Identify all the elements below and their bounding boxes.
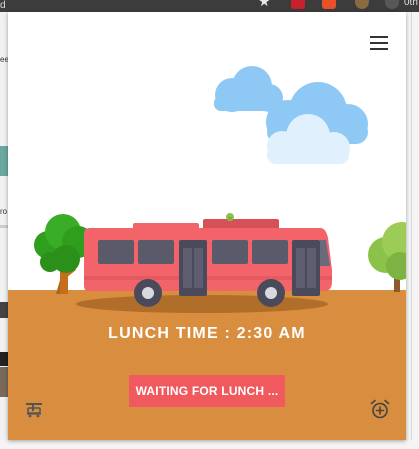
hamburger-menu-icon[interactable] xyxy=(370,36,388,50)
extension-icon-brown[interactable] xyxy=(355,0,369,9)
add-alarm-icon[interactable] xyxy=(369,398,391,420)
browser-toolbar-text: d xyxy=(0,0,6,11)
background-page-right xyxy=(406,12,419,449)
background-page-left: ee ro xyxy=(0,12,9,449)
extension-icon-red[interactable] xyxy=(291,0,305,9)
background-page-strip xyxy=(0,146,8,176)
background-page-strip-4 xyxy=(0,367,8,397)
tree-illustration-right xyxy=(368,222,406,292)
background-page-strip-3 xyxy=(0,352,8,366)
partial-tab-text: 0th xyxy=(404,0,418,8)
waiting-for-lunch-button[interactable]: WAITING FOR LUNCH ... xyxy=(129,375,285,407)
extension-icon-orange[interactable] xyxy=(322,0,336,9)
browser-toolbar: d ★ 0th xyxy=(0,0,419,12)
lunch-popup: LUNCH TIME : 2:30 AM WAITING FOR LUNCH .… xyxy=(8,12,406,440)
background-page-strip-2 xyxy=(0,302,8,318)
background-page-bottom xyxy=(0,440,419,449)
background-page-divider xyxy=(0,225,8,228)
bus-stop-icon[interactable] xyxy=(24,399,44,419)
background-page-divider-right xyxy=(411,12,412,449)
bookmark-star-icon[interactable]: ★ xyxy=(258,0,271,9)
bus-illustration xyxy=(84,213,332,307)
lunch-time-label: LUNCH TIME : 2:30 AM xyxy=(108,325,306,342)
small-cloud xyxy=(214,66,283,112)
background-page-text-2: ro xyxy=(0,207,8,216)
cloud-illustration xyxy=(214,66,368,164)
bus-shadow xyxy=(76,295,328,313)
extension-icon-dark[interactable] xyxy=(385,0,399,9)
